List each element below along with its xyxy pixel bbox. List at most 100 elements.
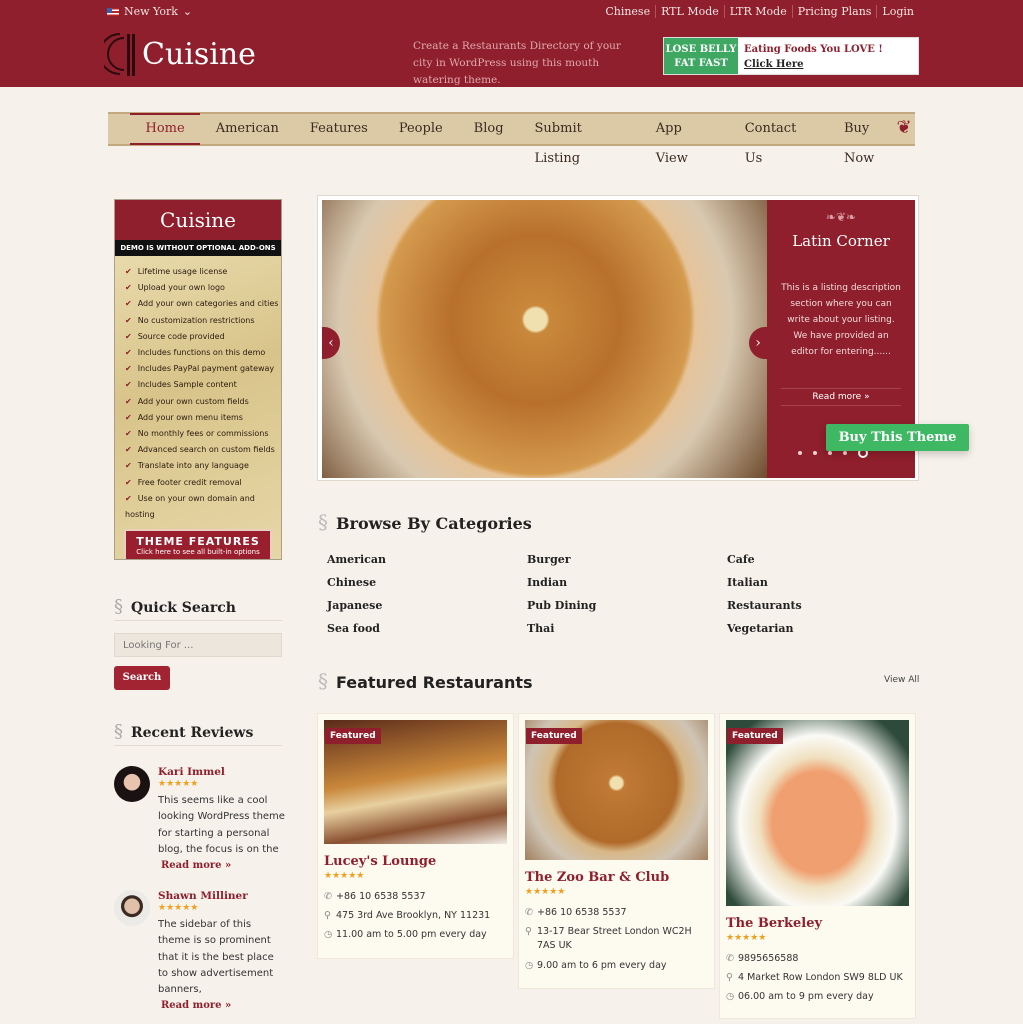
ad-headline: Eating Foods You LOVE !	[744, 44, 883, 55]
link-login[interactable]: Login	[876, 5, 919, 18]
category-link[interactable]: Restaurants	[727, 598, 927, 614]
clock-icon: ◷	[324, 929, 333, 940]
nav-features[interactable]: Features	[294, 114, 383, 144]
quick-search-title: § Quick Search	[114, 596, 236, 617]
ad-banner[interactable]: LOSE BELLY FAT FAST Eating Foods You LOV…	[663, 37, 919, 75]
nav-ornament-right-icon: ❦	[896, 117, 912, 138]
rating-stars: ★★★★★	[158, 903, 199, 913]
promo-feature: Advanced search on custom fields	[125, 442, 281, 458]
search-button[interactable]: Search	[114, 666, 170, 690]
review-item: Kari Immel ★★★★★ This seems like a cool …	[114, 766, 286, 876]
restaurant-image[interactable]: Featured	[324, 720, 507, 844]
restaurant-hours: 11.00 am to 5.00 pm every day	[336, 929, 487, 940]
featured-badge: Featured	[325, 728, 381, 744]
nav-contact-us[interactable]: Contact Us	[729, 114, 828, 166]
slide-read-more[interactable]: Read more »	[781, 388, 901, 406]
nav-blog[interactable]: Blog	[458, 114, 519, 144]
map-pin-icon: ⚲	[324, 910, 331, 921]
featured-badge: Featured	[526, 728, 582, 744]
slider-dot[interactable]	[798, 451, 802, 455]
category-link[interactable]: Chinese	[327, 575, 527, 591]
nav-submit-listing[interactable]: Submit Listing	[519, 114, 640, 166]
restaurant-hours: 9.00 am to 6 pm every day	[537, 960, 667, 971]
category-link[interactable]: Italian	[727, 575, 927, 591]
restaurant-address: 13-17 Bear Street London WC2H 7AS UK	[537, 926, 692, 951]
nav-people[interactable]: People	[383, 114, 458, 144]
featured-restaurants-title: § Featured Restaurants	[318, 669, 533, 693]
slide-image[interactable]	[322, 200, 767, 478]
map-pin-icon: ⚲	[525, 926, 532, 937]
slider-dot[interactable]	[828, 451, 832, 455]
reviewer-name[interactable]: Shawn Milliner	[158, 890, 248, 902]
promo-feature: Includes functions on this demo	[125, 345, 281, 361]
promo-bar: DEMO IS WITHOUT OPTIONAL ADD-ONS	[115, 240, 281, 256]
theme-promo-banner[interactable]: Cuisine DEMO IS WITHOUT OPTIONAL ADD-ONS…	[114, 199, 282, 560]
phone-icon: ✆	[525, 907, 533, 918]
chevron-down-icon: ⌄	[182, 5, 193, 18]
category-link[interactable]: Pub Dining	[527, 598, 727, 614]
restaurant-name[interactable]: Lucey's Lounge	[324, 854, 507, 869]
promo-feature: Upload your own logo	[125, 280, 281, 296]
ornament-icon: §	[318, 669, 328, 693]
promo-feature: Source code provided	[125, 329, 281, 345]
phone-icon: ✆	[324, 891, 332, 902]
review-item: Shawn Milliner ★★★★★ The sidebar of this…	[114, 890, 284, 1011]
featured-badge: Featured	[727, 728, 783, 744]
slider-dot[interactable]	[813, 451, 817, 455]
restaurant-phone: +86 10 6538 5537	[537, 907, 627, 918]
category-link[interactable]: Japanese	[327, 598, 527, 614]
avatar[interactable]	[114, 766, 150, 802]
restaurant-card[interactable]: Featured The Berkeley ★★★★★ ✆ 9895656588 …	[719, 713, 916, 1019]
view-all-link[interactable]: View All	[884, 675, 919, 685]
logo-text: Cuisine	[142, 36, 256, 72]
restaurant-image[interactable]: Featured	[726, 720, 909, 906]
promo-feature: Includes PayPal payment gateway	[125, 361, 281, 377]
slider-dot[interactable]	[843, 451, 847, 455]
tagline: Create a Restaurants Directory of your c…	[413, 40, 621, 86]
restaurant-image[interactable]: Featured	[525, 720, 708, 860]
link-chinese[interactable]: Chinese	[600, 5, 655, 18]
category-link[interactable]: Cafe	[727, 552, 927, 568]
nav-app-view[interactable]: App View	[640, 114, 729, 166]
main-nav: Home American Features People Blog Submi…	[108, 112, 915, 166]
restaurant-phone: +86 10 6538 5537	[336, 891, 426, 902]
read-more-link[interactable]: Read more »	[158, 858, 286, 874]
link-ltr-mode[interactable]: LTR Mode	[723, 5, 792, 18]
promo-feature: Translate into any language	[125, 458, 281, 474]
top-links: Chinese RTL Mode LTR Mode Pricing Plans …	[600, 5, 919, 18]
site-logo[interactable]: Cuisine	[104, 30, 256, 78]
category-link[interactable]: Indian	[527, 575, 727, 591]
nav-american[interactable]: American	[200, 114, 294, 144]
category-link[interactable]: Sea food	[327, 621, 527, 637]
buy-this-theme-button[interactable]: Buy This Theme	[826, 424, 969, 451]
restaurant-name[interactable]: The Berkeley	[726, 916, 909, 931]
search-input[interactable]	[114, 633, 282, 657]
category-link[interactable]: American	[327, 552, 527, 568]
link-rtl-mode[interactable]: RTL Mode	[655, 5, 724, 18]
ad-left-text: LOSE BELLY FAT FAST	[664, 38, 738, 74]
slide-title[interactable]: Latin Corner	[767, 232, 915, 250]
review-text: This seems like a cool looking WordPress…	[158, 795, 285, 855]
restaurant-card[interactable]: Featured The Zoo Bar & Club ★★★★★ ✆ +86 1…	[518, 713, 715, 989]
category-link[interactable]: Burger	[527, 552, 727, 568]
nav-home[interactable]: Home	[130, 113, 201, 145]
category-link[interactable]: Thai	[527, 621, 727, 637]
promo-feature: Lifetime usage license	[125, 264, 281, 280]
reviewer-name[interactable]: Kari Immel	[158, 766, 225, 778]
rating-stars: ★★★★★	[158, 779, 199, 789]
theme-features-button[interactable]: THEME FEATURES Click here to see all buil…	[124, 529, 272, 559]
category-link[interactable]: Vegetarian	[727, 621, 927, 637]
restaurant-card[interactable]: Featured Lucey's Lounge ★★★★★ ✆ +86 10 65…	[317, 713, 514, 959]
clock-icon: ◷	[525, 960, 534, 971]
restaurant-name[interactable]: The Zoo Bar & Club	[525, 870, 708, 885]
ornament-icon: §	[318, 510, 328, 534]
city-selector[interactable]: New York ⌄	[107, 5, 192, 18]
read-more-link[interactable]: Read more »	[158, 998, 286, 1014]
browse-categories-title: § Browse By Categories	[318, 510, 532, 534]
restaurant-phone: 9895656588	[738, 953, 799, 964]
avatar[interactable]	[114, 890, 150, 926]
link-pricing-plans[interactable]: Pricing Plans	[791, 5, 877, 18]
ad-cta-link[interactable]: Click Here	[744, 59, 804, 70]
recent-reviews-title: § Recent Reviews	[114, 721, 254, 742]
promo-feature-list: Lifetime usage license Upload your own l…	[115, 256, 281, 523]
